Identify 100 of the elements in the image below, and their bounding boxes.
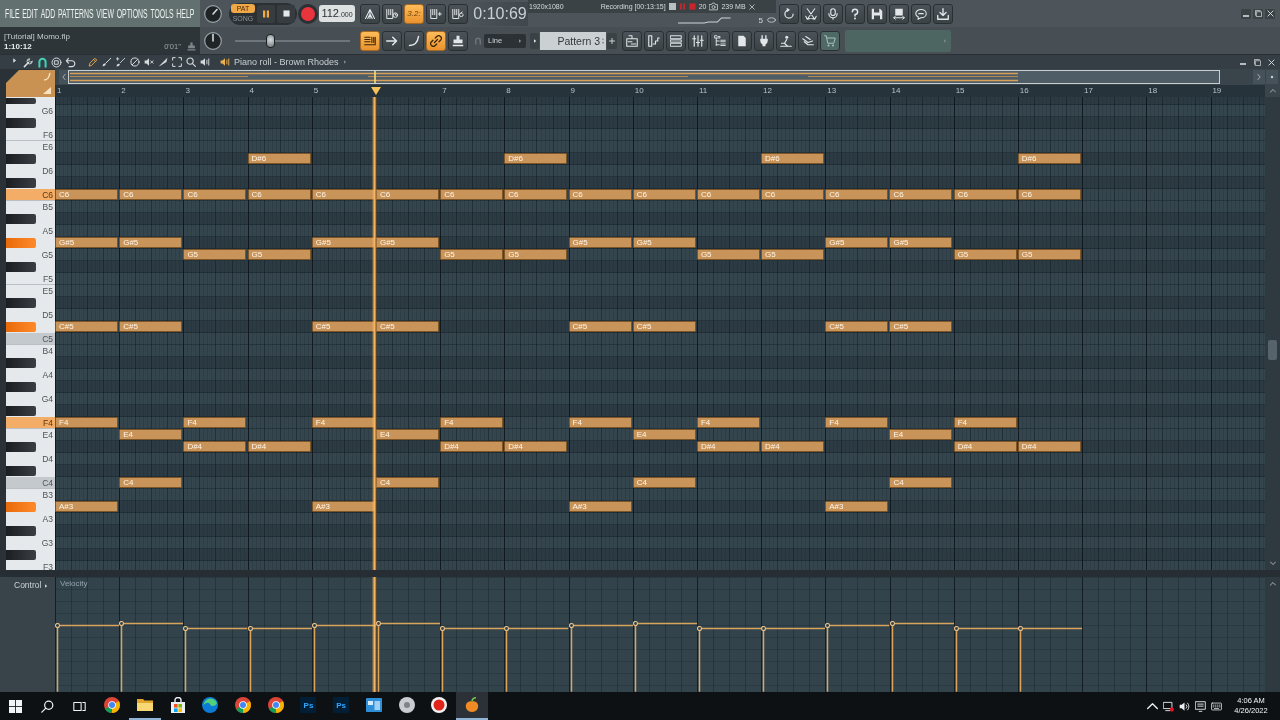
tool-button[interactable] <box>198 55 211 69</box>
note[interactable]: D#4 <box>247 441 311 452</box>
tool-button[interactable] <box>100 55 113 69</box>
note[interactable]: G5 <box>761 249 825 260</box>
toolbar-button[interactable] <box>845 3 865 24</box>
velocity-stem[interactable] <box>632 621 697 692</box>
note[interactable]: F4 <box>696 417 760 428</box>
note[interactable]: F4 <box>953 417 1017 428</box>
toolbar-toggle[interactable] <box>382 30 402 51</box>
note[interactable]: A#3 <box>311 501 375 512</box>
note[interactable]: C#5 <box>568 321 632 332</box>
window-button[interactable] <box>776 30 796 51</box>
tool-button[interactable] <box>114 55 127 69</box>
velocity-stem[interactable] <box>504 626 569 692</box>
close-button[interactable] <box>1266 57 1276 67</box>
note[interactable]: D#4 <box>440 441 504 452</box>
window-button[interactable] <box>688 30 708 51</box>
note[interactable]: D#6 <box>504 153 568 164</box>
note[interactable]: F4 <box>55 417 118 428</box>
toolbar-button[interactable] <box>933 3 953 24</box>
note[interactable]: G5 <box>504 249 568 260</box>
knob[interactable] <box>204 31 222 50</box>
pattern-menu-button[interactable] <box>530 32 539 49</box>
note[interactable]: D#4 <box>761 441 825 452</box>
tool-button[interactable] <box>128 55 141 69</box>
toolbar-button[interactable] <box>823 3 843 24</box>
note[interactable]: C6 <box>953 189 1017 200</box>
add-pattern-button[interactable] <box>607 32 617 49</box>
toolbar-button[interactable] <box>867 3 887 24</box>
velocity-stem[interactable] <box>55 623 120 692</box>
window-button[interactable] <box>754 30 774 51</box>
menu-item[interactable]: ADD <box>40 6 56 21</box>
note[interactable]: C6 <box>183 189 247 200</box>
velocity-stem[interactable] <box>247 626 312 692</box>
note[interactable]: G#5 <box>375 237 439 248</box>
note[interactable]: C#5 <box>889 321 953 332</box>
toolbar-button[interactable] <box>779 3 799 24</box>
toolbar-toggle[interactable] <box>426 3 446 24</box>
note[interactable]: C6 <box>696 189 760 200</box>
taskbar-app[interactable] <box>455 692 489 720</box>
menu-item[interactable]: PATTERNS <box>57 6 94 21</box>
corner-tab[interactable] <box>6 70 55 97</box>
window-button[interactable] <box>732 30 752 51</box>
restore-button[interactable] <box>1252 57 1262 67</box>
piano-key[interactable]: F5 <box>6 273 55 285</box>
toolbar-toggle[interactable] <box>360 30 380 51</box>
note[interactable]: F4 <box>825 417 889 428</box>
close-button[interactable] <box>1265 8 1275 19</box>
note[interactable]: C6 <box>889 189 953 200</box>
note[interactable]: A#3 <box>825 501 889 512</box>
vertical-scrollbar[interactable] <box>1265 97 1280 570</box>
note[interactable]: C#5 <box>825 321 889 332</box>
toolbar-button[interactable] <box>889 3 909 24</box>
note[interactable]: C6 <box>568 189 632 200</box>
menu-item[interactable]: FILE <box>5 6 20 21</box>
velocity-stem[interactable] <box>889 621 954 692</box>
toolbar-button[interactable] <box>911 3 931 24</box>
note[interactable]: D#4 <box>1017 441 1081 452</box>
velocity-stem[interactable] <box>119 621 184 692</box>
note[interactable]: C4 <box>375 477 439 488</box>
note[interactable]: G#5 <box>55 237 118 248</box>
note[interactable]: C6 <box>375 189 439 200</box>
note[interactable]: C#5 <box>311 321 375 332</box>
note[interactable]: C4 <box>632 477 696 488</box>
window-button[interactable] <box>622 30 642 51</box>
tool-button[interactable] <box>86 55 99 69</box>
note[interactable]: C6 <box>761 189 825 200</box>
velocity-stem[interactable] <box>311 623 376 692</box>
note[interactable]: G#5 <box>119 237 183 248</box>
knob[interactable] <box>204 4 222 23</box>
note[interactable]: G5 <box>440 249 504 260</box>
note[interactable]: C6 <box>311 189 375 200</box>
note[interactable]: G#5 <box>889 237 953 248</box>
velocity-stem[interactable] <box>1018 626 1083 692</box>
note[interactable]: G#5 <box>825 237 889 248</box>
note[interactable]: F4 <box>183 417 247 428</box>
note[interactable]: C6 <box>825 189 889 200</box>
toolbar-toggle[interactable] <box>448 30 468 51</box>
note[interactable]: G#5 <box>632 237 696 248</box>
note[interactable]: G5 <box>953 249 1017 260</box>
velocity-stem[interactable] <box>568 623 633 692</box>
note[interactable]: D#4 <box>696 441 760 452</box>
note[interactable]: D#4 <box>953 441 1017 452</box>
restore-button[interactable] <box>1253 8 1263 19</box>
velocity-stem[interactable] <box>953 626 1018 692</box>
note[interactable]: C4 <box>889 477 953 488</box>
velocity-stem[interactable] <box>440 626 505 692</box>
tool-button[interactable] <box>170 55 183 69</box>
note[interactable]: G5 <box>1017 249 1081 260</box>
note[interactable]: C6 <box>504 189 568 200</box>
window-button[interactable] <box>798 30 818 51</box>
toolbar-toggle[interactable] <box>448 3 468 24</box>
slider-thumb[interactable] <box>265 33 275 48</box>
window-button[interactable] <box>820 30 840 51</box>
window-button[interactable] <box>644 30 664 51</box>
menu-item[interactable]: TOOLS <box>150 6 174 21</box>
toolbar-toggle[interactable] <box>382 3 402 24</box>
scroll-end-button[interactable] <box>1266 70 1278 84</box>
overview-scrollbar[interactable] <box>68 70 1220 84</box>
menu-item[interactable]: HELP <box>176 6 195 21</box>
